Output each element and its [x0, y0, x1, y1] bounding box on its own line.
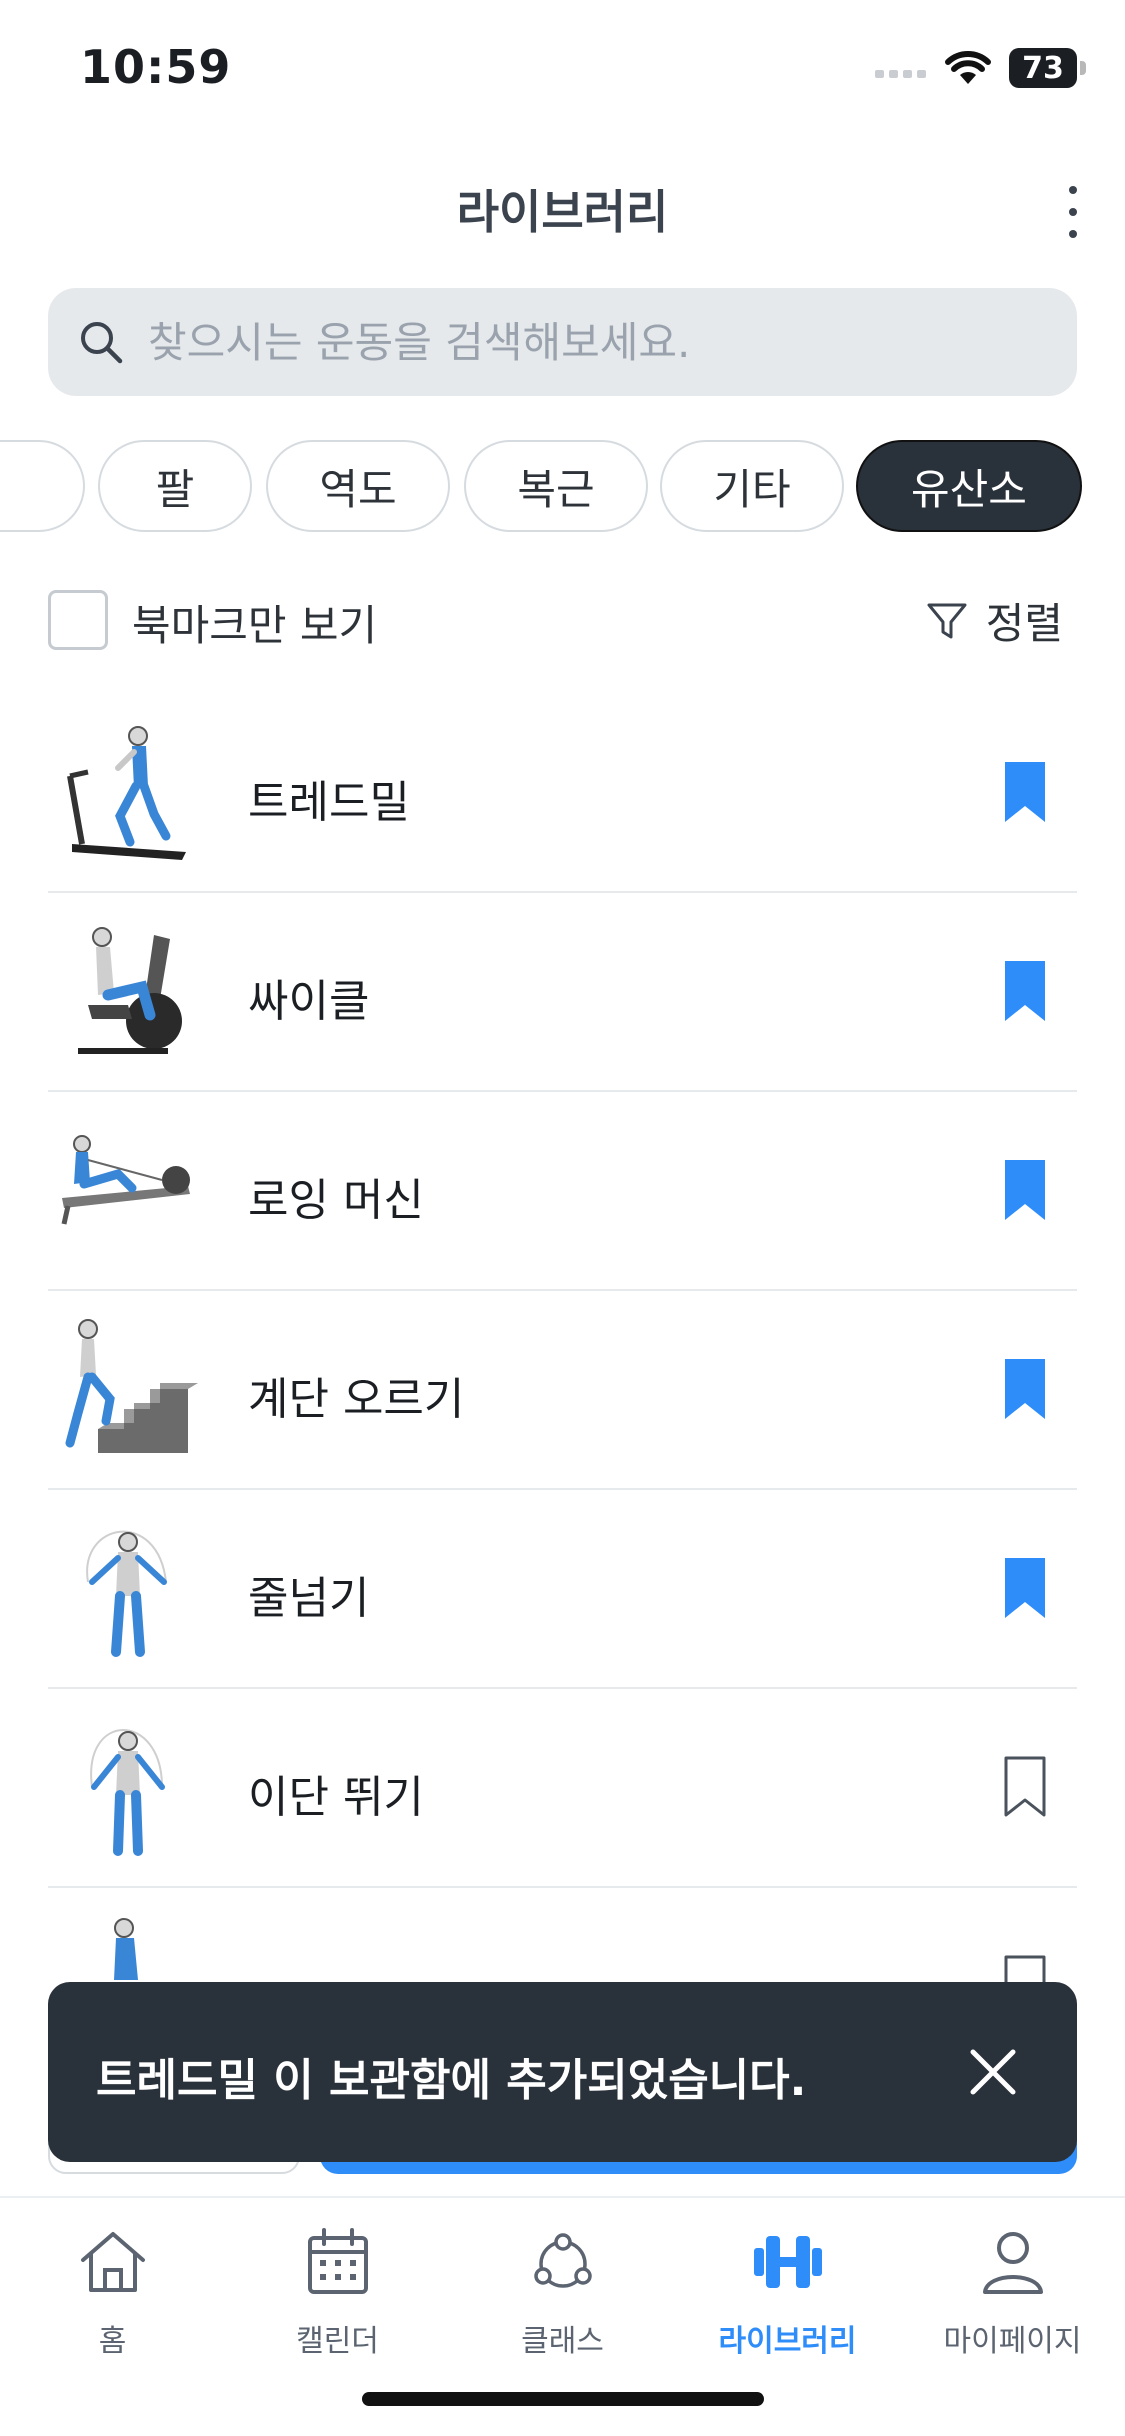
- category-chip-cardio[interactable]: 유산소: [856, 440, 1082, 532]
- tab-label: 홈: [98, 2324, 127, 2359]
- more-vertical-icon[interactable]: [1051, 180, 1095, 244]
- tab-class[interactable]: 클래스: [450, 2224, 675, 2374]
- tab-label: 마이페이지: [943, 2324, 1082, 2359]
- category-chip-abs[interactable]: 복근: [464, 440, 648, 532]
- user-icon: [982, 2232, 1043, 2294]
- bookmark-only-checkbox[interactable]: [48, 590, 108, 650]
- header: 라이브러리: [0, 150, 1125, 270]
- rowing-machine-illustration: [61, 1135, 190, 1225]
- jump-rope-illustration: [86, 1530, 167, 1657]
- tab-home[interactable]: 홈: [0, 2224, 225, 2374]
- category-chip-offscreen[interactable]: [0, 440, 85, 532]
- close-icon[interactable]: [967, 2046, 1019, 2098]
- stair-climb-illustration: [65, 1319, 198, 1453]
- exercise-name: 줄넘기: [248, 1573, 370, 1624]
- cycle-illustration: [78, 927, 182, 1054]
- home-indicator: [362, 2392, 764, 2406]
- list-item[interactable]: 계단 오르기: [48, 1291, 1077, 1490]
- exercise-name: 이단 뛰기: [248, 1772, 424, 1823]
- cellular-signal-icon: [875, 70, 926, 78]
- list-item[interactable]: 싸이클: [48, 893, 1077, 1092]
- list-item[interactable]: 이단 뛰기: [48, 1689, 1077, 1888]
- calendar-icon: [307, 2228, 368, 2294]
- exercise-name: 트레드밀: [248, 777, 410, 828]
- bookmark-outline-icon[interactable]: [1001, 1755, 1049, 1819]
- filter-funnel-icon: [927, 603, 967, 638]
- bookmark-filled-icon[interactable]: [1001, 1357, 1049, 1421]
- toast: 트레드밀 이 보관함에 추가되었습니다.: [48, 1982, 1077, 2162]
- toast-message: 트레드밀 이 보관함에 추가되었습니다.: [96, 2055, 807, 2106]
- class-network-icon: [533, 2233, 592, 2288]
- search-input[interactable]: [148, 317, 1048, 367]
- exercise-name: 계단 오르기: [248, 1374, 465, 1425]
- treadmill-illustration: [67, 726, 186, 860]
- status-icons: 73: [875, 46, 1086, 90]
- battery-level: 73: [1022, 50, 1064, 86]
- tab-mypage[interactable]: 마이페이지: [900, 2224, 1125, 2374]
- tab-label: 클래스: [521, 2324, 604, 2359]
- list-item[interactable]: 트레드밀: [48, 694, 1077, 893]
- battery-icon: 73: [1009, 48, 1086, 88]
- category-chip-arm[interactable]: 팔: [98, 440, 252, 532]
- search-bar[interactable]: [48, 288, 1077, 396]
- tab-label: 캘린더: [296, 2324, 379, 2359]
- wifi-icon: [945, 51, 991, 84]
- category-chip-etc[interactable]: 기타: [660, 440, 844, 532]
- sort-button[interactable]: 정렬: [926, 590, 1063, 651]
- tab-library[interactable]: 라이브러리: [675, 2224, 900, 2374]
- category-chips: 팔 역도 복근 기타 유산소: [0, 440, 1125, 532]
- status-bar: 10:59 73: [0, 0, 1125, 130]
- bookmark-only-label[interactable]: 북마크만 보기: [132, 592, 377, 653]
- list-item[interactable]: 로잉 머신: [48, 1092, 1077, 1291]
- double-under-illustration: [90, 1729, 165, 1856]
- status-time: 10:59: [80, 40, 232, 94]
- exercise-list: 트레드밀 싸이클 로잉 머신 계단 오르기 줄넘기 이단 뛰기: [48, 694, 1077, 2018]
- search-icon: [81, 322, 123, 364]
- exercise-name: 로잉 머신: [248, 1175, 424, 1226]
- bookmark-filled-icon[interactable]: [1001, 1158, 1049, 1222]
- dumbbell-icon: [753, 2236, 822, 2288]
- page-title: 라이브러리: [456, 185, 669, 239]
- list-item[interactable]: 줄넘기: [48, 1490, 1077, 1689]
- category-chip-weightlifting[interactable]: 역도: [266, 440, 450, 532]
- tab-label: 라이브러리: [718, 2324, 857, 2359]
- bookmark-filled-icon[interactable]: [1001, 1556, 1049, 1620]
- bookmark-filled-icon[interactable]: [1001, 959, 1049, 1023]
- sort-label: 정렬: [985, 599, 1063, 648]
- bookmark-filled-icon[interactable]: [1001, 760, 1049, 824]
- filter-row: 북마크만 보기 정렬: [48, 584, 1077, 656]
- exercise-name: 싸이클: [248, 976, 370, 1027]
- tab-calendar[interactable]: 캘린더: [225, 2224, 450, 2374]
- home-icon: [80, 2232, 145, 2292]
